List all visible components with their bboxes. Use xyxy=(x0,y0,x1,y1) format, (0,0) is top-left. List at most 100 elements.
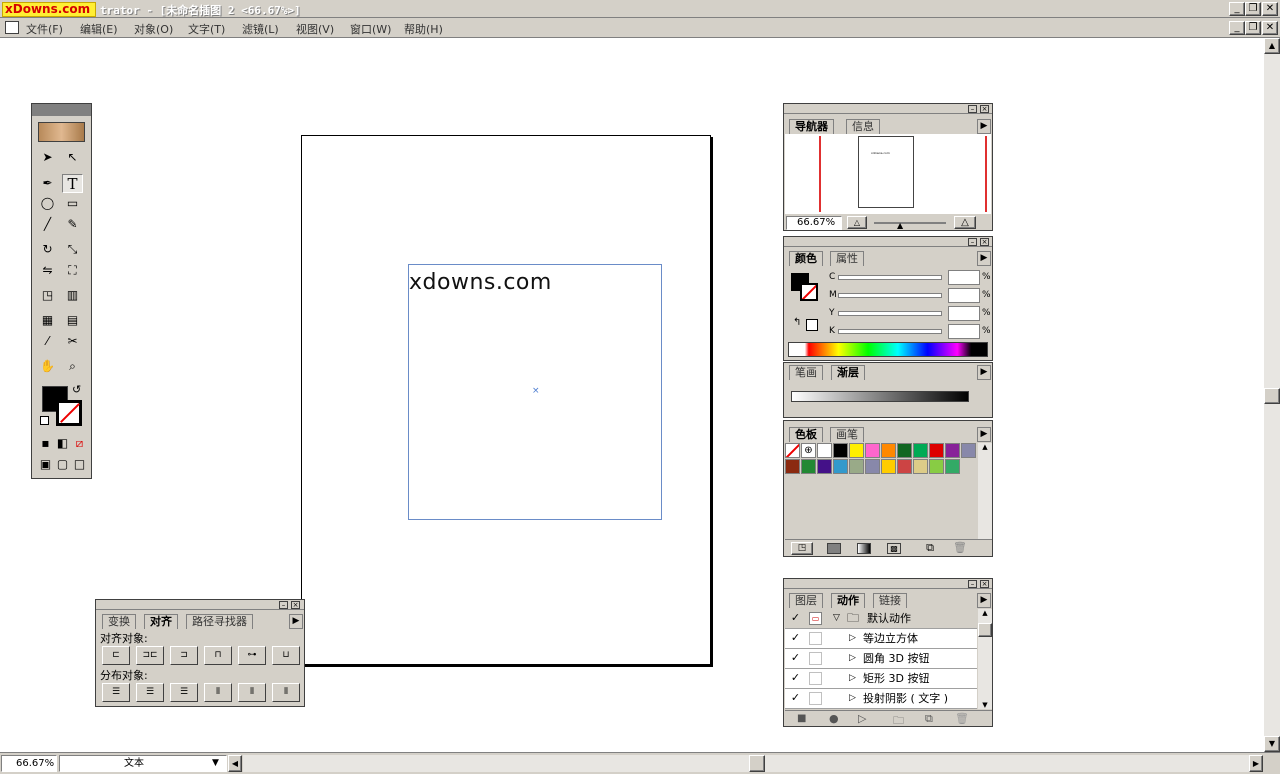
panel-menu-icon[interactable]: ▶ xyxy=(977,427,991,442)
venus-logo-icon[interactable] xyxy=(38,122,85,142)
stop-icon[interactable]: ■ xyxy=(797,713,806,724)
toolbox-titlebar[interactable] xyxy=(32,104,91,116)
dialog-toggle-icon[interactable] xyxy=(809,652,822,665)
show-gradient-swatches-icon[interactable] xyxy=(857,543,871,554)
tab-color[interactable]: 颜色 xyxy=(789,251,823,266)
align-left-icon[interactable]: ⊏ xyxy=(102,646,130,665)
panel-close-icon[interactable]: × xyxy=(980,580,989,588)
action-check-icon[interactable]: ✓ xyxy=(789,632,802,645)
menu-window[interactable]: 窗口(W) xyxy=(350,21,391,37)
color-swatch[interactable] xyxy=(849,443,864,458)
ellipse-tool-icon[interactable]: ◯ xyxy=(37,194,58,213)
panel-minimize-icon[interactable]: – xyxy=(968,580,977,588)
color-swatch[interactable] xyxy=(929,459,944,474)
collapsed-triangle-icon[interactable]: ▷ xyxy=(849,649,856,668)
rectangle-tool-icon[interactable]: ▭ xyxy=(62,194,83,213)
zoom-tool-icon[interactable]: ⌕ xyxy=(62,357,83,376)
tab-gradient[interactable]: 渐层 xyxy=(831,365,865,380)
channel-y-input[interactable] xyxy=(948,306,980,321)
chevron-down-icon[interactable]: ▼ xyxy=(212,758,219,768)
none-mode-icon[interactable]: ⧄ xyxy=(71,434,88,450)
action-set-row[interactable]: ✓ ▭ ▽ 🗀 默认动作 xyxy=(785,609,977,629)
channel-m-input[interactable] xyxy=(948,288,980,303)
color-swatch[interactable] xyxy=(945,459,960,474)
panel-close-icon[interactable]: × xyxy=(291,601,300,609)
color-swatch[interactable] xyxy=(865,443,880,458)
swatches-scrollbar[interactable]: ▲ xyxy=(978,443,992,539)
zoom-in-icon[interactable]: △ xyxy=(954,216,976,229)
color-swatch[interactable] xyxy=(881,459,896,474)
tab-pathfinder[interactable]: 路径寻找器 xyxy=(186,614,253,629)
reflect-tool-icon[interactable]: ⇋ xyxy=(37,261,58,280)
align-titlebar[interactable] xyxy=(96,600,304,610)
tab-brushes[interactable]: 画笔 xyxy=(830,427,864,442)
scroll-down-icon[interactable]: ▼ xyxy=(1264,736,1280,752)
swap-colors-icon[interactable]: ↺ xyxy=(72,383,81,396)
navigator-zoom-field[interactable]: 66.67% xyxy=(786,216,842,230)
align-vcenter-icon[interactable]: ⊶ xyxy=(238,646,266,665)
actions-scrollbar[interactable]: ▲ ▼ xyxy=(978,609,992,709)
tab-actions[interactable]: 动作 xyxy=(831,593,865,608)
zoom-out-icon[interactable]: △ xyxy=(847,216,867,229)
zoom-field[interactable]: 66.67% xyxy=(1,755,57,772)
doc-minimize-button[interactable]: _ xyxy=(1229,21,1245,35)
panel-menu-icon[interactable]: ▶ xyxy=(977,251,991,266)
color-swatch[interactable] xyxy=(785,459,800,474)
panel-menu-icon[interactable]: ▶ xyxy=(977,593,991,608)
tab-navigator[interactable]: 导航器 xyxy=(789,119,834,134)
tab-layers[interactable]: 图层 xyxy=(789,593,823,608)
gradient-preview-bar[interactable] xyxy=(791,391,969,402)
navigator-titlebar[interactable] xyxy=(784,104,992,114)
gradient-mode-icon[interactable]: ◧ xyxy=(54,434,71,450)
color-spectrum-bar[interactable] xyxy=(788,342,988,357)
tab-swatches[interactable]: 色板 xyxy=(789,427,823,442)
close-button[interactable]: ✕ xyxy=(1262,2,1278,16)
dialog-toggle-icon[interactable] xyxy=(809,692,822,705)
tab-transform[interactable]: 变换 xyxy=(102,614,136,629)
last-color-swatch[interactable] xyxy=(806,319,818,331)
menu-object[interactable]: 对象(O) xyxy=(134,21,173,37)
pencil-tool-icon[interactable]: ✎ xyxy=(62,215,83,234)
show-all-swatches-icon[interactable]: ◳ xyxy=(791,542,813,555)
color-swatch[interactable] xyxy=(897,459,912,474)
mesh-tool-icon[interactable]: ▦ xyxy=(37,311,58,330)
graph-tool-icon[interactable]: ▥ xyxy=(62,286,83,305)
channel-c-input[interactable] xyxy=(948,270,980,285)
screen-mode-full-menu-icon[interactable]: ▢ xyxy=(54,455,71,471)
doc-close-button[interactable]: ✕ xyxy=(1262,21,1278,35)
color-swatch[interactable] xyxy=(849,459,864,474)
record-icon[interactable]: ● xyxy=(829,712,839,725)
screen-mode-standard-icon[interactable]: ▣ xyxy=(37,455,54,471)
action-check-icon[interactable]: ✓ xyxy=(789,672,802,685)
type-tool-icon[interactable]: T xyxy=(62,174,83,193)
hand-tool-icon[interactable]: ✋ xyxy=(37,357,58,376)
distribute-vcenter-icon[interactable]: ☰ xyxy=(136,683,164,702)
menu-edit[interactable]: 编辑(E) xyxy=(80,21,118,37)
stroke-color-swatch[interactable] xyxy=(56,400,82,426)
action-item-row[interactable]: ✓ ▷ 矩形 3D 按钮 xyxy=(785,669,977,689)
color-swatch[interactable] xyxy=(881,443,896,458)
distribute-left-icon[interactable]: ⫴ xyxy=(204,683,232,702)
channel-k-slider[interactable] xyxy=(838,329,942,334)
vertical-scrollbar[interactable]: ▲ ▼ xyxy=(1264,38,1280,752)
horizontal-scrollbar[interactable] xyxy=(243,755,1249,772)
align-hcenter-icon[interactable]: ⊐⊏ xyxy=(136,646,164,665)
color-swatch[interactable] xyxy=(913,443,928,458)
dialog-toggle-icon[interactable]: ▭ xyxy=(809,612,822,625)
dialog-toggle-icon[interactable] xyxy=(809,632,822,645)
menu-view[interactable]: 视图(V) xyxy=(296,21,334,37)
color-swatch[interactable] xyxy=(929,443,944,458)
show-color-swatches-icon[interactable] xyxy=(827,543,841,554)
color-mode-icon[interactable]: ▪ xyxy=(37,434,54,450)
registration-swatch-icon[interactable]: ⊕ xyxy=(801,443,816,458)
tab-links[interactable]: 链接 xyxy=(873,593,907,608)
direct-selection-tool-icon[interactable]: ↖ xyxy=(62,148,83,167)
scroll-up-icon[interactable]: ▲ xyxy=(1264,38,1280,54)
panel-menu-icon[interactable]: ▶ xyxy=(289,614,303,629)
doc-restore-button[interactable]: ❐ xyxy=(1245,21,1261,35)
panel-menu-icon[interactable]: ▶ xyxy=(977,119,991,134)
menu-file[interactable]: 文件(F) xyxy=(26,21,63,37)
panel-menu-icon[interactable]: ▶ xyxy=(977,365,991,380)
document-icon[interactable] xyxy=(5,21,19,34)
channel-k-input[interactable] xyxy=(948,324,980,339)
